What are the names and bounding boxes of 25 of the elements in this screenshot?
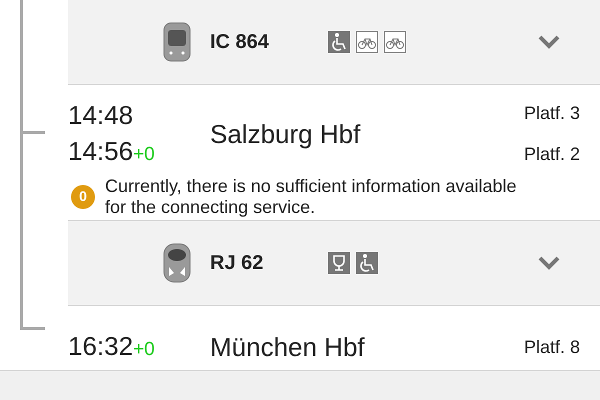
train-icon bbox=[163, 22, 191, 62]
wheelchair-icon bbox=[328, 31, 350, 53]
station-name: München Hbf bbox=[210, 331, 365, 364]
chevron-down-icon[interactable] bbox=[538, 256, 560, 270]
notice-text: Currently, there is no sufficient information available for the connecting service. bbox=[105, 176, 517, 218]
train-name: IC 864 bbox=[210, 30, 270, 55]
platform: Platf. 3 bbox=[524, 102, 580, 126]
time: 14:56 bbox=[68, 135, 134, 167]
time: 16:32 bbox=[68, 330, 134, 362]
train-header[interactable]: IC 864 bbox=[68, 0, 600, 85]
time: 14:48 bbox=[68, 99, 134, 131]
station-name: Salzburg Hbf bbox=[210, 118, 360, 151]
glass-icon bbox=[328, 252, 350, 274]
platform: Platf. 8 bbox=[524, 336, 580, 359]
platform: Platf. 2 bbox=[524, 143, 580, 166]
train-header[interactable]: RJ 62 bbox=[68, 220, 600, 306]
delay: +0 bbox=[133, 143, 155, 167]
info-badge: 0 bbox=[71, 184, 95, 208]
train-icon bbox=[163, 242, 191, 282]
delay: +0 bbox=[133, 338, 155, 362]
train-name: RJ 62 bbox=[210, 250, 264, 276]
bicycle-icon bbox=[356, 31, 378, 53]
bicycle-icon bbox=[384, 31, 406, 53]
chevron-down-icon[interactable] bbox=[538, 35, 560, 49]
wheelchair-icon bbox=[356, 252, 378, 274]
